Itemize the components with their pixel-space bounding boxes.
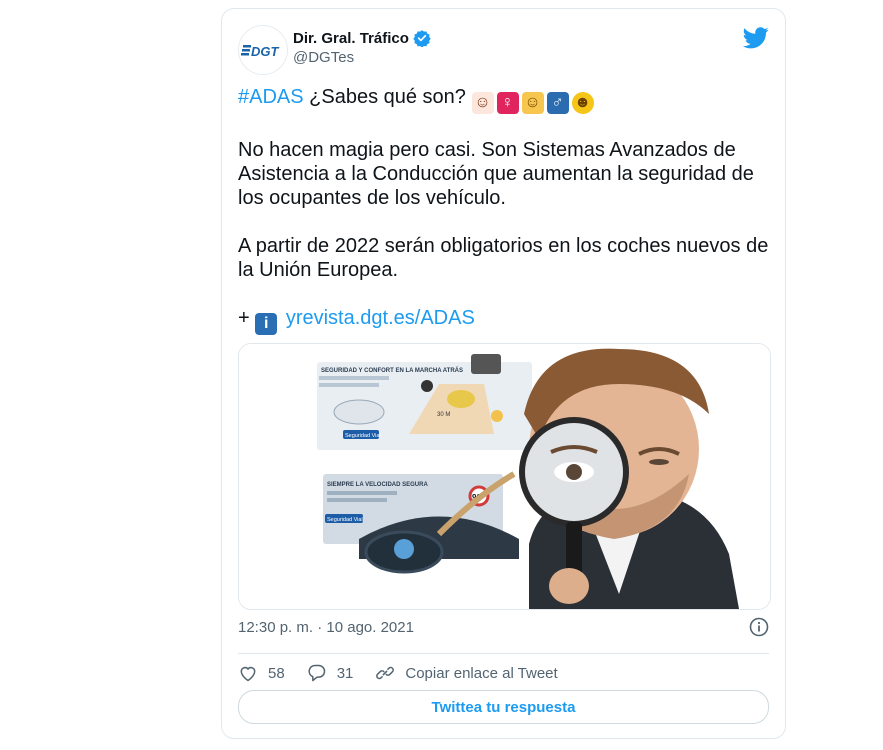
tweet-link-line: + i yrevista.dgt.es/ADAS	[238, 306, 773, 335]
tweet-paragraph-3: A partir de 2022 serán obligatorios en l…	[238, 235, 769, 281]
dgt-logo-icon: DGT	[241, 44, 280, 59]
tweet-timestamp[interactable]: 12:30 p. m. · 10 ago. 2021	[238, 619, 414, 636]
hashtag-link[interactable]: #ADAS	[238, 86, 304, 108]
tweet-line-1: #ADAS ¿Sabes qué son? ☺ ♀ ☺ ♂ ☻	[238, 85, 773, 114]
like-action[interactable]: 58	[238, 663, 285, 683]
twitter-bird-icon[interactable]	[742, 27, 769, 54]
author-name[interactable]: Dir. Gral. Tráfico	[293, 29, 431, 47]
svg-text:30 M: 30 M	[437, 412, 450, 418]
tweet-text: #ADAS ¿Sabes qué son? ☺ ♀ ☺ ♂ ☻ No hacen mag…	[238, 85, 773, 359]
svg-text:DGT: DGT	[251, 44, 280, 59]
information-icon: i	[255, 313, 278, 335]
svg-text:SEGURIDAD Y CONFORT EN LA MARC: SEGURIDAD Y CONFORT EN LA MARCHA ATRÁS	[321, 367, 463, 374]
tweet-header: DGT Dir. Gral. Tráfico @DGTes	[238, 25, 769, 77]
link-icon[interactable]	[375, 663, 395, 683]
reply-bubble-icon[interactable]	[307, 663, 327, 683]
divider	[238, 653, 769, 654]
male-sign-icon: ♂	[546, 92, 569, 114]
info-icon[interactable]	[749, 617, 769, 642]
reply-count: 31	[336, 664, 354, 682]
copy-link-action[interactable]: Copiar enlace al Tweet	[375, 663, 558, 683]
tweet-paragraph-2: No hacen magia pero casi. Son Sistemas A…	[238, 139, 754, 209]
reply-button[interactable]: Twittea tu respuesta	[238, 690, 769, 724]
svg-text:Seguridad Vial: Seguridad Vial	[327, 517, 363, 523]
like-count: 58	[268, 664, 285, 682]
grinning-face-icon: ☻	[571, 92, 594, 114]
svg-text:Seguridad Vial: Seguridad Vial	[345, 433, 381, 439]
svg-text:SIEMPRE LA VELOCIDAD SEGURA: SIEMPRE LA VELOCIDAD SEGURA	[327, 482, 428, 488]
link-prefix: +	[238, 307, 250, 329]
female-sign-icon: ♀	[496, 92, 519, 114]
copy-link-label[interactable]: Copiar enlace al Tweet	[405, 665, 557, 682]
tweet-card: DGT Dir. Gral. Tráfico @DGTes #ADAS ¿Sab…	[221, 8, 786, 739]
avatar[interactable]: DGT	[238, 25, 288, 75]
verified-badge-icon	[413, 30, 431, 47]
tweet-actions: 58 31 Copiar enlace al Tweet	[238, 661, 580, 685]
adas-infographic-image: SEGURIDAD Y CONFORT EN LA MARCHA ATRÁS S…	[239, 344, 770, 609]
article-link[interactable]: yrevista.dgt.es/ADAS	[286, 307, 475, 329]
tweet-question: ¿Sabes qué son?	[303, 86, 466, 108]
author-name-text[interactable]: Dir. Gral. Tráfico	[293, 30, 409, 47]
person-shrugging-icon: ☺	[521, 92, 544, 114]
woman-emoji-icon: ☺	[471, 92, 494, 114]
reply-action[interactable]: 31	[307, 663, 354, 683]
heart-icon[interactable]	[238, 663, 258, 683]
author-handle[interactable]: @DGTes	[293, 49, 354, 66]
tweet-media-image[interactable]: SEGURIDAD Y CONFORT EN LA MARCHA ATRÁS S…	[238, 343, 771, 610]
